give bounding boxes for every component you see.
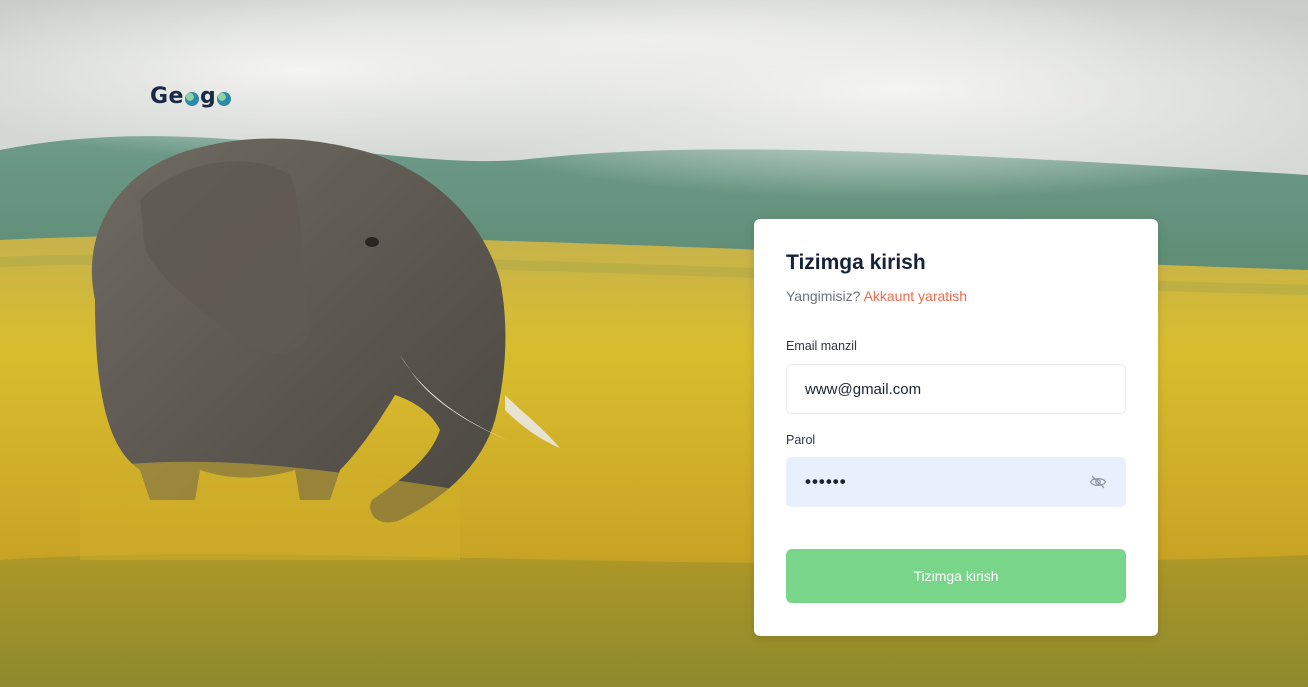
email-label: Email manzil — [786, 339, 857, 353]
email-input[interactable] — [805, 380, 1107, 398]
login-card: Tizimga kirish Yangimisiz? Akkaunt yarat… — [754, 219, 1158, 636]
email-field[interactable] — [786, 364, 1126, 414]
signup-prompt-text: Yangimisiz? — [786, 288, 861, 304]
password-label: Parol — [786, 433, 816, 447]
eye-off-icon[interactable] — [1089, 473, 1107, 491]
create-account-link[interactable]: Akkaunt yaratish — [864, 288, 968, 304]
globe-icon — [184, 91, 199, 106]
login-submit-button[interactable]: Tizimga kirish — [786, 549, 1126, 603]
password-input[interactable] — [805, 472, 1089, 492]
login-title: Tizimga kirish — [786, 251, 926, 274]
geogo-logo[interactable]: Ge g — [150, 84, 232, 109]
logo-text-prefix: Ge — [150, 84, 184, 109]
password-field[interactable] — [786, 457, 1126, 507]
globe-icon — [217, 91, 232, 106]
signup-prompt: Yangimisiz? Akkaunt yaratish — [786, 288, 967, 304]
logo-text-mid: g — [199, 84, 217, 109]
